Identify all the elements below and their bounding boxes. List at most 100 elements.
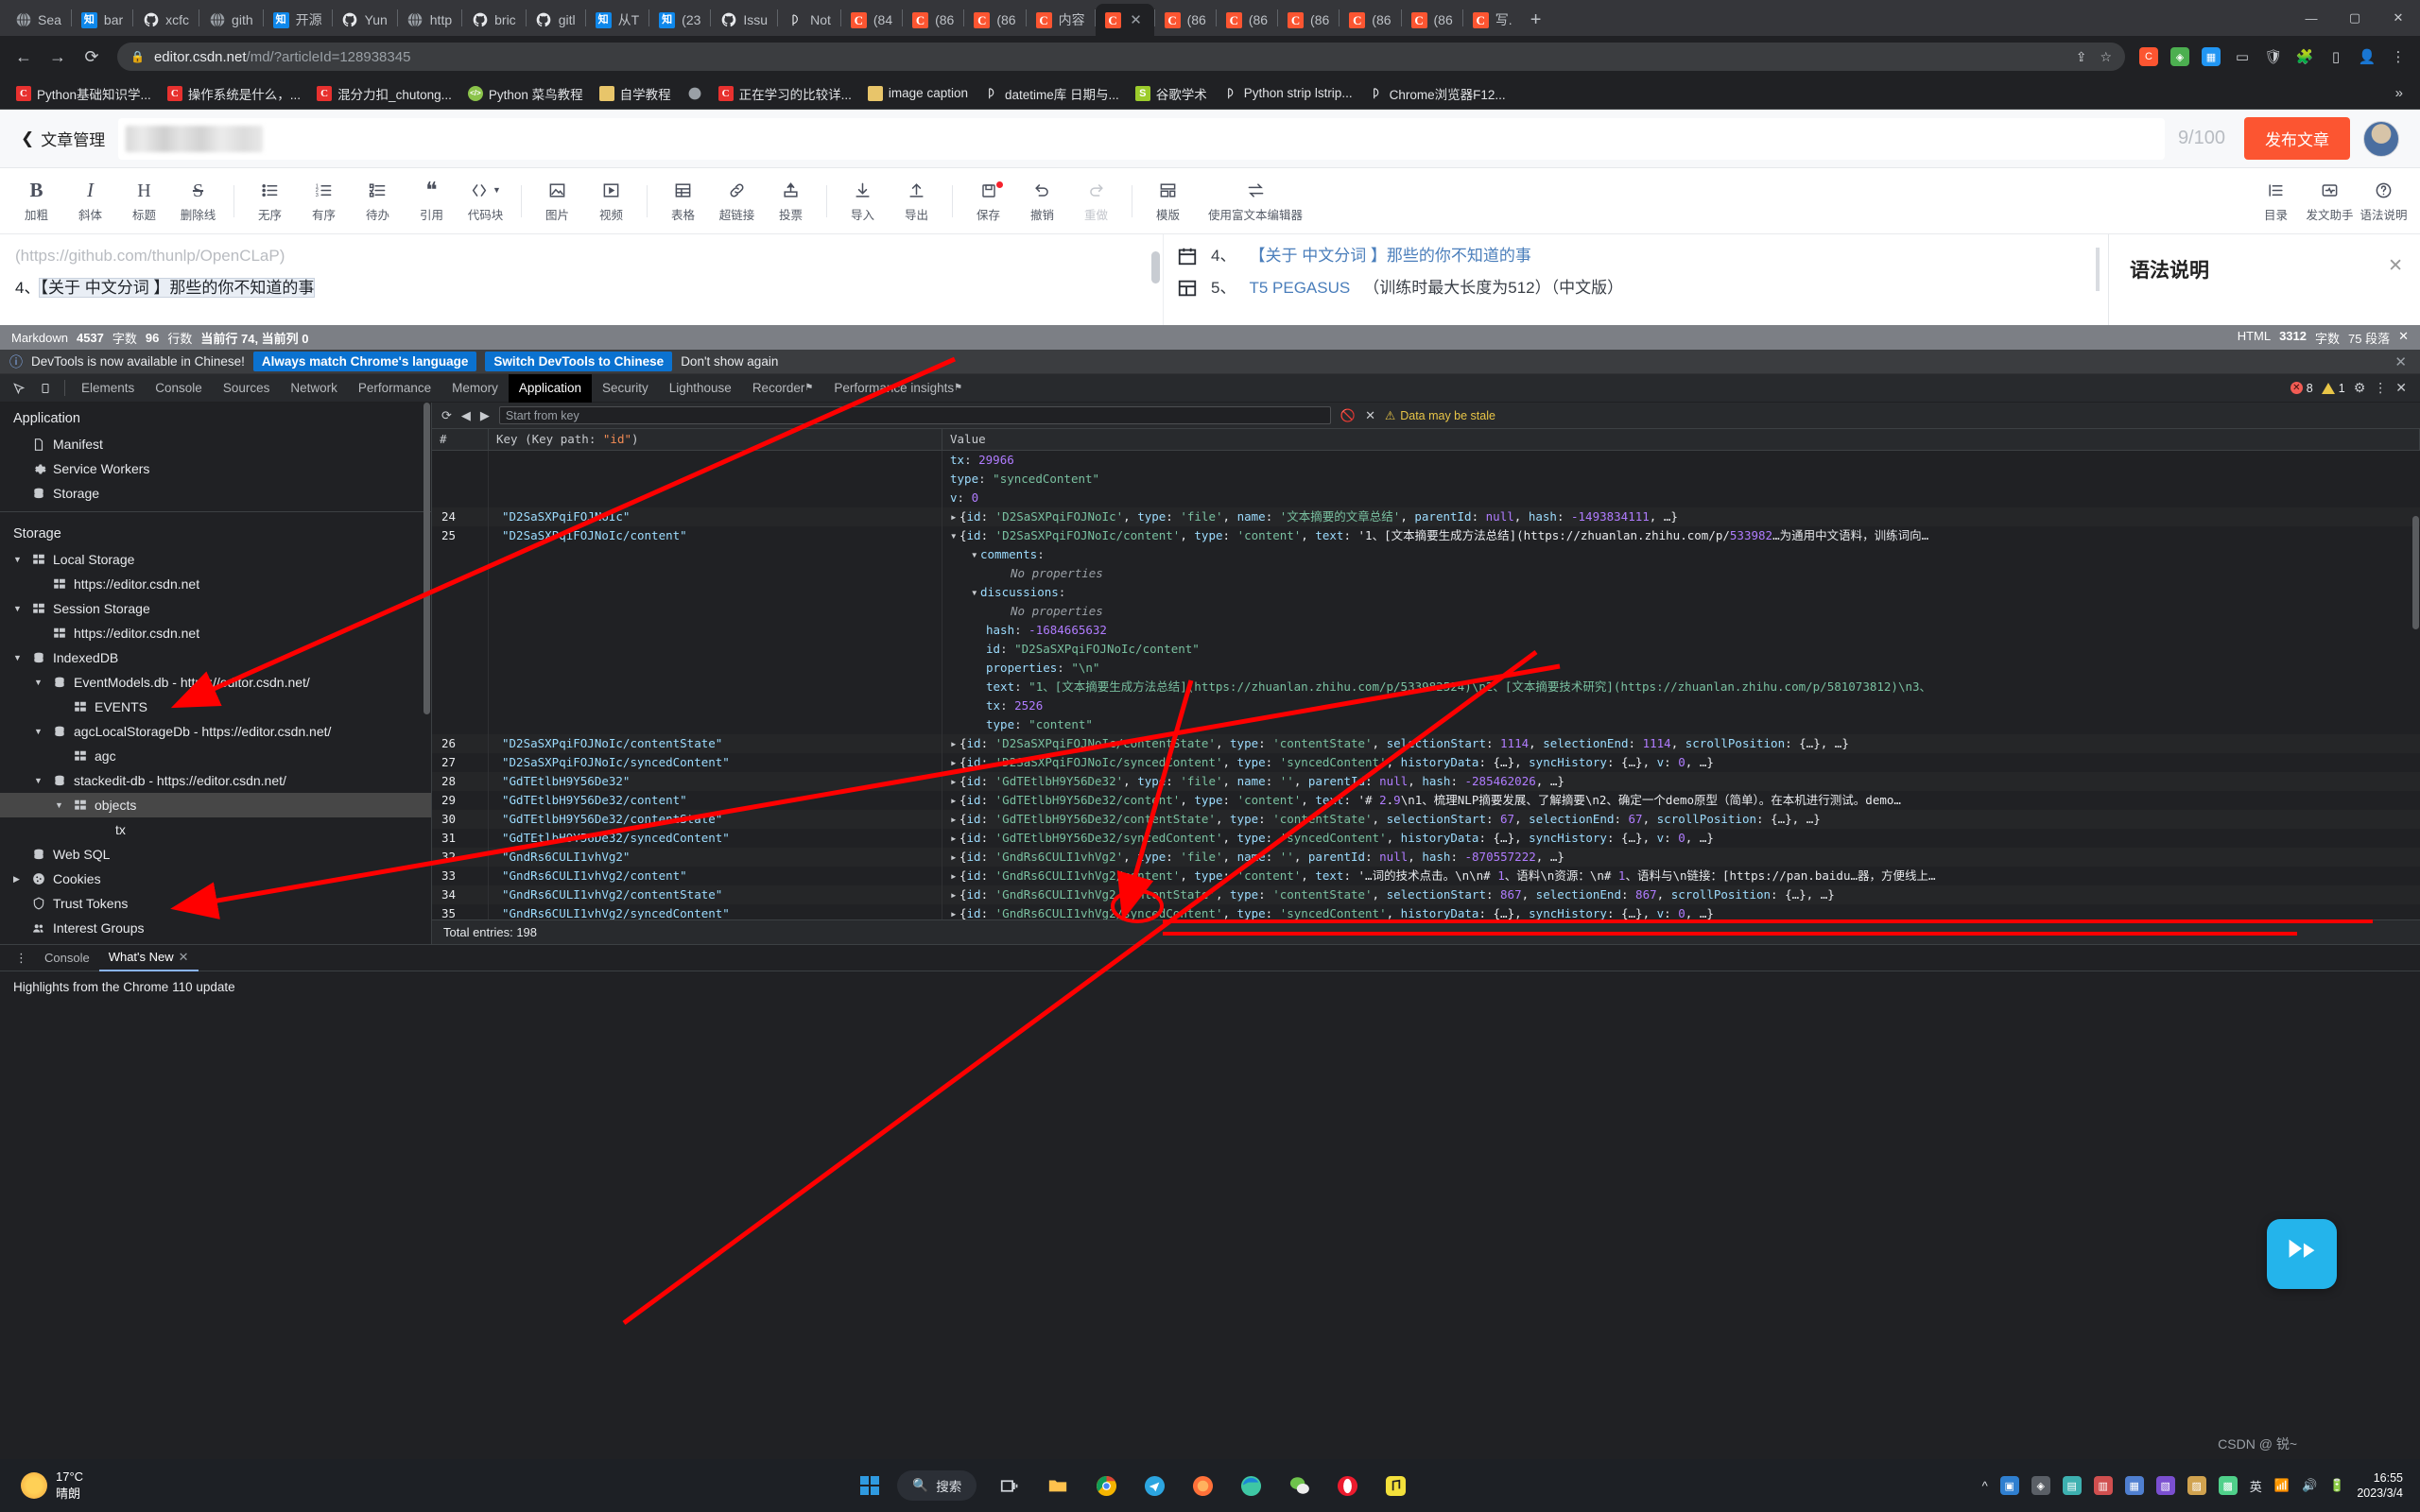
taskbar-search[interactable]: 🔍 搜索 <box>897 1470 977 1501</box>
publish-button[interactable]: 发布文章 <box>2244 117 2350 160</box>
toolbar-video-button[interactable]: 视频 <box>584 180 638 223</box>
profile-icon[interactable]: 👤 <box>2353 43 2381 71</box>
tray-icon-4[interactable]: ▥ <box>2093 1476 2113 1495</box>
browser-tab[interactable]: Yun <box>333 4 397 36</box>
storage-tree-item-local-storage[interactable]: ▼ Local Storage <box>0 547 431 572</box>
device-toolbar-icon[interactable] <box>32 376 59 401</box>
drawer-tab-console[interactable]: Console <box>35 945 99 971</box>
toolbar-quote-button[interactable]: ❝ 引用 <box>405 180 458 223</box>
devtools-tab-sources[interactable]: Sources <box>213 374 281 403</box>
toolbar-template-button[interactable]: 模版 <box>1141 180 1195 223</box>
menu-icon[interactable]: ⋮ <box>2384 43 2412 71</box>
devtools-tab-console[interactable]: Console <box>145 374 213 403</box>
toolbar-hyperlink-button[interactable]: 超链接 <box>710 180 764 223</box>
preview-row-1-link[interactable]: 【关于 中文分词 】那些的你不知道的事 <box>1249 240 1530 272</box>
delete-icon[interactable]: ✕ <box>1365 408 1375 423</box>
explorer-icon[interactable] <box>1037 1466 1079 1505</box>
markdown-source-pane[interactable]: (https://github.com/thunlp/OpenCLaP) 4、【… <box>0 234 1163 325</box>
toolbar-syntax-help-button[interactable]: 语法说明 <box>2357 180 2411 223</box>
status-close-icon[interactable]: ✕ <box>2398 329 2409 347</box>
bookmarks-overflow-icon[interactable]: » <box>2388 85 2411 101</box>
storage-tree-item-https-editor-csdn-net[interactable]: https://editor.csdn.net <box>0 572 431 596</box>
expand-icon[interactable]: ▾ <box>971 545 980 564</box>
expand-icon[interactable]: ▸ <box>950 829 959 848</box>
storage-tree-item-agclocalstoragedb-https-editor-csdn-net[interactable]: ▼ agcLocalStorageDb - https://editor.csdn… <box>0 719 431 744</box>
browser-tab[interactable]: 知开源 <box>264 4 332 36</box>
toolbar-toc-button[interactable]: 目录 <box>2249 180 2303 223</box>
expand-icon[interactable]: ▾ <box>971 583 980 602</box>
panel-drag-handle[interactable] <box>2096 248 2100 291</box>
sidebar-scrollbar[interactable] <box>424 403 430 714</box>
battery-icon[interactable]: 🔋 <box>2329 1478 2344 1493</box>
table-row[interactable]: 24 "D2SaSXPqiFOJNoIc" ▸ {id: 'D2SaSXPqiFOJN… <box>432 507 2420 526</box>
storage-tree-item-web-sql[interactable]: Web SQL <box>0 842 431 867</box>
browser-tab[interactable]: Issu <box>711 4 777 36</box>
wechat-icon[interactable] <box>1278 1466 1320 1505</box>
twisty-icon[interactable]: ▼ <box>34 678 45 687</box>
address-bar[interactable]: 🔒 editor.csdn.net/md/?articleId=12893834… <box>117 43 2125 71</box>
twisty-icon[interactable]: ▼ <box>13 555 25 564</box>
toolbar-todo-list-button[interactable]: 待办 <box>351 180 405 223</box>
extension-icon-2[interactable]: ◈ <box>2166 43 2194 71</box>
toolbar-vote-button[interactable]: 投票 <box>764 180 818 223</box>
browser-tab[interactable]: 知从T <box>586 4 649 36</box>
refresh-icon[interactable]: ⟳ <box>441 408 452 423</box>
storage-tree-item-agc[interactable]: agc <box>0 744 431 768</box>
back-to-article-management[interactable]: ❮ 文章管理 <box>21 127 105 150</box>
column-header-index[interactable]: # <box>432 429 489 450</box>
sidepanel-icon[interactable]: ▯ <box>2322 43 2350 71</box>
browser-tab[interactable]: 知 (23 <box>649 4 710 36</box>
twisty-icon[interactable]: ▼ <box>13 604 25 613</box>
tray-icon-6[interactable]: ▧ <box>2155 1476 2175 1495</box>
toolbar-code-block-button[interactable]: ▼ 代码块 <box>458 180 512 223</box>
expand-icon[interactable]: ▸ <box>950 791 959 810</box>
bookmark-star-icon[interactable]: ☆ <box>2100 49 2112 65</box>
table-row[interactable]: 26 "D2SaSXPqiFOJNoIc/contentState" ▸ {id: '… <box>432 734 2420 753</box>
devtools-tab-performance[interactable]: Performance <box>348 374 441 403</box>
table-row[interactable]: 33 "GndRs6CULI1vhVg2/content" ▸ {id: 'GndRs… <box>432 867 2420 885</box>
bookmark-item[interactable]: C Python基础知识学... <box>9 81 158 106</box>
storage-tree-item-events[interactable]: EVENTS <box>0 695 431 719</box>
chevron-up-icon[interactable]: ^ <box>1982 1479 1988 1493</box>
toolbar-rich-text-editor-button[interactable]: 使用富文本编辑器 <box>1195 180 1316 223</box>
table-row[interactable]: 34 "GndRs6CULI1vhVg2/contentState" ▸ {id: '… <box>432 885 2420 904</box>
bookmark-item[interactable]: datetime库 日期与... <box>977 81 1126 106</box>
expand-icon[interactable]: ▸ <box>950 867 959 885</box>
toolbar-image-button[interactable]: 图片 <box>530 180 584 223</box>
close-window-button[interactable]: ✕ <box>2377 0 2420 36</box>
taskview-icon[interactable] <box>989 1466 1030 1505</box>
storage-tree-item-shared-storage[interactable]: ▶Shared Storage <box>0 940 431 944</box>
toolbar-save-button[interactable]: 保存 <box>961 180 1015 223</box>
table-row[interactable]: 28 "GdTEtlbH9Y56De32" ▸ {id: 'GdTEtlbH9Y56D… <box>432 772 2420 791</box>
toolbar-italic-button[interactable]: I 斜体 <box>63 180 117 223</box>
edge-icon[interactable] <box>1230 1466 1271 1505</box>
toolbar-table-button[interactable]: 表格 <box>656 180 710 223</box>
share-icon[interactable]: ⇪ <box>2076 49 2087 65</box>
back-icon[interactable]: ← <box>8 41 40 73</box>
browser-tab[interactable]: C 内容 <box>1027 4 1095 36</box>
toolbar-publish-assistant-button[interactable]: 发文助手 <box>2303 180 2357 223</box>
storage-tree-item-stackedit-db-https-editor-csdn-net[interactable]: ▼ stackedit-db - https://editor.csdn.net/ <box>0 768 431 793</box>
browser-tab[interactable]: C (86 <box>1340 4 1400 36</box>
browser-tab[interactable]: xcfc <box>133 4 199 36</box>
storage-tree-item-eventmodels-db-https-editor-csdn-net[interactable]: ▼ EventModels.db - https://editor.csdn.ne… <box>0 670 431 695</box>
expand-icon[interactable]: ▸ <box>950 848 959 867</box>
expand-icon[interactable]: ▸ <box>950 772 959 791</box>
devtools-tab-lighthouse[interactable]: Lighthouse <box>659 374 742 403</box>
devtools-tab-performance-insights[interactable]: Performance insights ⚑ <box>823 374 973 403</box>
expand-icon[interactable]: ▸ <box>950 734 959 753</box>
cast-icon[interactable]: ▭ <box>2228 43 2256 71</box>
tray-icon-3[interactable]: ▤ <box>2062 1476 2082 1495</box>
next-icon[interactable]: ▶ <box>480 408 490 423</box>
start-icon[interactable] <box>849 1466 890 1505</box>
maximize-button[interactable]: ▢ <box>2333 0 2377 36</box>
wifi-icon[interactable]: 📶 <box>2274 1478 2290 1493</box>
expand-icon[interactable]: ▸ <box>950 507 959 526</box>
toolbar-export-button[interactable]: 导出 <box>890 180 943 223</box>
devtools-tab-security[interactable]: Security <box>592 374 659 403</box>
browser-tab[interactable]: C (86 <box>903 4 963 36</box>
browser-tab[interactable]: gitl <box>527 4 585 36</box>
prev-icon[interactable]: ◀ <box>461 408 471 423</box>
toolbar-unordered-list-button[interactable]: 无序 <box>243 180 297 223</box>
browser-tab[interactable]: C (84 <box>841 4 902 36</box>
